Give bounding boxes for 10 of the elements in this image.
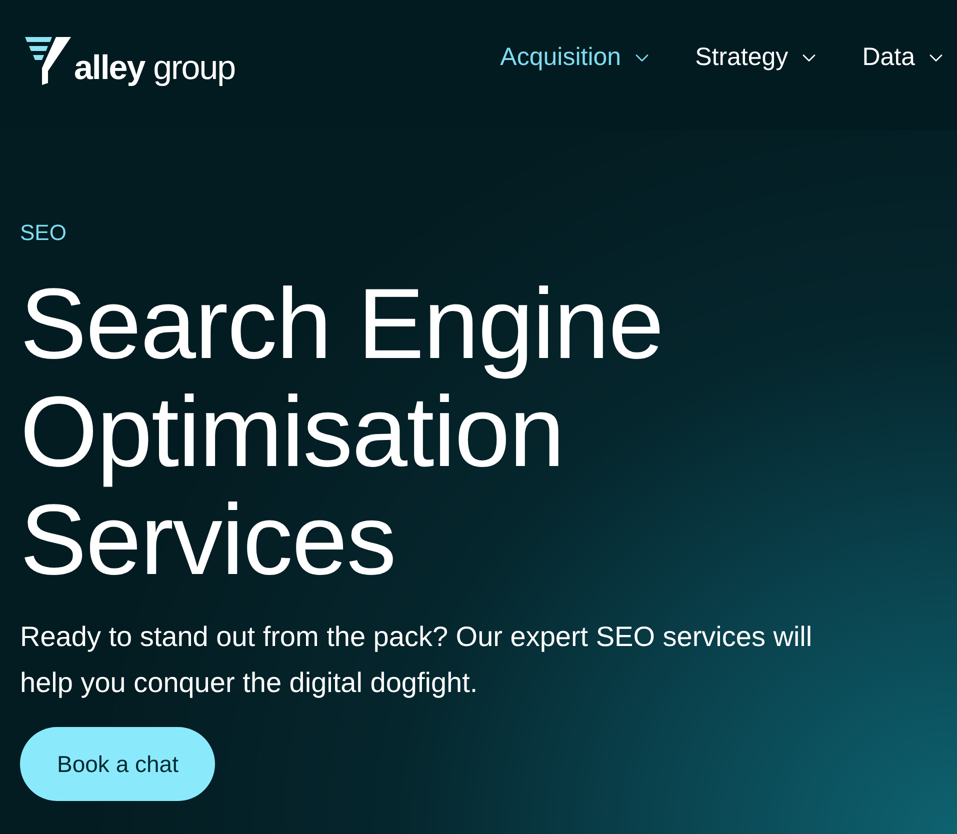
eyebrow-label: SEO <box>20 220 66 246</box>
hero-heading: Search Engine Optimisation Services <box>20 270 664 594</box>
hero-description: Ready to stand out from the pack? Our expert SEO services will help you conquer the digital dogfight. <box>20 620 814 700</box>
nav-menu-item[interactable]: Strategy <box>695 39 820 77</box>
book-chat-button[interactable]: Book a chat <box>20 727 216 801</box>
nav-menu-item[interactable]: Data <box>862 39 947 77</box>
logo-mark-icon <box>25 37 71 85</box>
nav-menu-item[interactable]: Acquisition <box>500 39 654 77</box>
logo-wordmark: alley group <box>74 51 236 85</box>
logo-link[interactable]: alley group <box>25 37 236 93</box>
